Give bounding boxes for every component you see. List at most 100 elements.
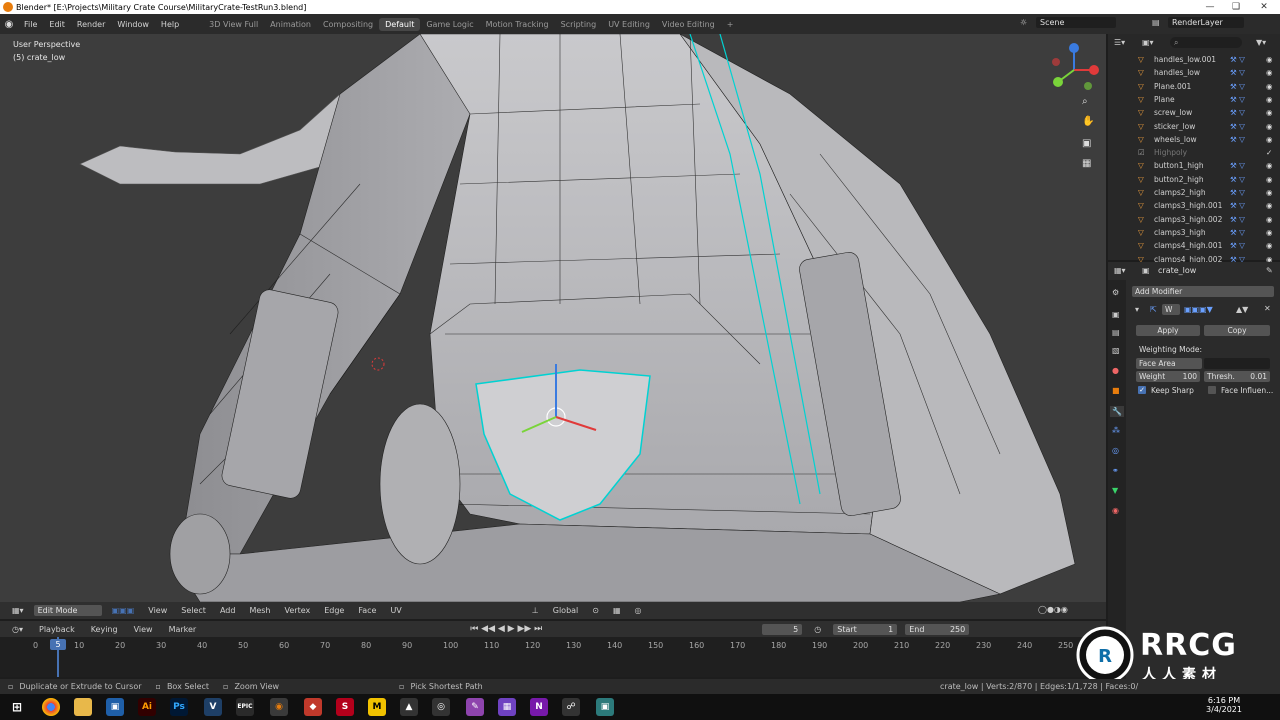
render-tab-icon[interactable]: ▣ xyxy=(1112,310,1120,319)
app-icon-5[interactable]: ▦ xyxy=(498,698,516,716)
timeline-area[interactable]: 0 5 10 20 30 40 50 60 70 80 90 100 110 120 130 140 150 16… xyxy=(0,637,1106,677)
tab-default[interactable]: Default xyxy=(379,17,421,31)
properties-editor-icon[interactable]: ▦▾ xyxy=(1114,266,1126,275)
keep-sharp-checkbox[interactable]: ✓ xyxy=(1138,386,1146,394)
visibility-eye-icon[interactable]: ◉ xyxy=(1266,82,1273,91)
app-icon-3[interactable]: ◎ xyxy=(432,698,450,716)
app-icon-7[interactable]: ▣ xyxy=(596,698,614,716)
modifier-data-icons[interactable]: ⚒ ▽ xyxy=(1230,175,1266,184)
timeline-editor-icon[interactable]: ◷▾ xyxy=(8,624,27,635)
scene-field[interactable]: Scene xyxy=(1036,17,1116,28)
tab-game-logic[interactable]: Game Logic xyxy=(420,18,479,31)
visibility-eye-icon[interactable]: ◉ xyxy=(1266,95,1273,104)
outliner-display-icon[interactable]: ▣▾ xyxy=(1142,38,1154,47)
camera-view-icon[interactable]: ▣ xyxy=(1082,138,1091,149)
tab-3d-view-full[interactable]: 3D View Full xyxy=(203,18,264,31)
menu-help[interactable]: Help xyxy=(155,20,185,29)
blender-taskbar-icon[interactable]: ◉ xyxy=(270,698,288,716)
outliner-item[interactable]: ▽ clamps3_high.002 ⚒ ▽ ◉ xyxy=(1108,213,1280,226)
app-icon-2[interactable]: ◆ xyxy=(304,698,322,716)
move-modifier-icons[interactable]: ▲▼ xyxy=(1236,305,1248,314)
proportional-edit-icon[interactable]: ◎ xyxy=(631,605,646,616)
scene-tab-icon[interactable]: ● xyxy=(1112,366,1119,375)
scene-icon[interactable]: ☼ xyxy=(1020,18,1027,27)
material-tab-icon[interactable]: ◉ xyxy=(1112,506,1119,515)
modifier-data-icons[interactable]: ⚒ ▽ xyxy=(1230,68,1266,77)
outliner-item[interactable]: ▽ screw_low ⚒ ▽ ◉ xyxy=(1108,106,1280,119)
output-tab-icon[interactable]: ▤ xyxy=(1112,328,1120,337)
menu-mesh[interactable]: Mesh xyxy=(245,605,274,616)
pivot-icon[interactable]: ⊙ xyxy=(588,605,603,616)
substance-icon[interactable]: S xyxy=(336,698,354,716)
tab-scripting[interactable]: Scripting xyxy=(555,18,603,31)
snap-icon[interactable]: ▦ xyxy=(609,605,625,616)
playback-controls[interactable]: ⏮ ◀◀ ◀ ▶ ▶▶ ⏭ xyxy=(466,623,546,635)
menu-render[interactable]: Render xyxy=(71,20,111,29)
modifier-data-icons[interactable]: ⚒ ▽ xyxy=(1230,55,1266,64)
inkscape-icon[interactable]: ▲ xyxy=(400,698,418,716)
navigation-gizmo[interactable] xyxy=(1044,40,1104,100)
apply-button[interactable]: Apply xyxy=(1136,325,1200,336)
outliner-item[interactable]: ▽ Plane.001 ⚒ ▽ ◉ xyxy=(1108,80,1280,93)
tab-compositing[interactable]: Compositing xyxy=(317,18,379,31)
menu-select[interactable]: Select xyxy=(177,605,210,616)
modifier-data-icons[interactable]: ⚒ ▽ xyxy=(1230,201,1266,210)
modifier-data-icons[interactable]: ⚒ ▽ xyxy=(1230,95,1266,104)
app-icon-6[interactable]: ☍ xyxy=(562,698,580,716)
chrome-icon[interactable] xyxy=(42,698,60,716)
minimize-icon[interactable]: — xyxy=(1196,0,1224,14)
view-layer-tab-icon[interactable]: ▧ xyxy=(1112,346,1120,355)
modifier-data-icons[interactable]: ⚒ ▽ xyxy=(1230,108,1266,117)
visibility-eye-icon[interactable]: ◉ xyxy=(1266,68,1273,77)
menu-view[interactable]: View xyxy=(144,605,171,616)
modifier-data-icons[interactable]: ⚒ ▽ xyxy=(1230,215,1266,224)
remove-modifier-icon[interactable]: ✕ xyxy=(1264,304,1271,313)
outliner-item[interactable]: ▽ button2_high ⚒ ▽ ◉ xyxy=(1108,173,1280,186)
visibility-eye-icon[interactable]: ◉ xyxy=(1266,201,1273,210)
close-window-icon[interactable]: ✕ xyxy=(1250,0,1278,14)
vertex-group-field[interactable] xyxy=(1204,358,1270,369)
visibility-eye-icon[interactable]: ◉ xyxy=(1266,241,1273,250)
menu-face[interactable]: Face xyxy=(354,605,380,616)
outliner-item[interactable]: ▽ clamps4_high.001 ⚒ ▽ ◉ xyxy=(1108,239,1280,252)
zoom-icon[interactable]: ⌕ xyxy=(1082,96,1088,107)
modifier-name-field[interactable]: W xyxy=(1162,304,1180,315)
data-tab-icon[interactable]: ▼ xyxy=(1112,486,1118,495)
filter-icon[interactable]: ▼▾ xyxy=(1256,38,1266,47)
weighting-mode-select[interactable]: Face Area xyxy=(1136,358,1202,369)
modifier-data-icons[interactable]: ⚒ ▽ xyxy=(1230,241,1266,250)
face-influence-checkbox[interactable] xyxy=(1208,386,1216,394)
tab-video-editing[interactable]: Video Editing xyxy=(656,18,721,31)
menu-marker[interactable]: Marker xyxy=(165,624,201,635)
modifier-data-icons[interactable]: ⚒ ▽ xyxy=(1230,82,1266,91)
epic-games-icon[interactable]: EPIC xyxy=(236,698,254,716)
outliner-item[interactable]: ▽ Plane ⚒ ▽ ◉ xyxy=(1108,93,1280,106)
playhead-marker[interactable]: 5 xyxy=(50,639,66,650)
visibility-eye-icon[interactable]: ◉ xyxy=(1266,175,1273,184)
ortho-grid-icon[interactable]: ▦ xyxy=(1082,158,1091,169)
visibility-eye-icon[interactable]: ◉ xyxy=(1266,228,1273,237)
modifier-display-toggles[interactable]: ▣▣▣▼ xyxy=(1184,305,1213,314)
editor-type-icon[interactable]: ▦▾ xyxy=(8,605,28,616)
outliner-item[interactable]: ☑ Highpoly ✓ xyxy=(1108,146,1280,159)
outliner-item[interactable]: ▽ clamps3_high.001 ⚒ ▽ ◉ xyxy=(1108,199,1280,212)
modifier-data-icons[interactable]: ⚒ ▽ xyxy=(1230,161,1266,170)
add-workspace-icon[interactable]: + xyxy=(721,18,740,31)
weight-field[interactable]: Weight 100 xyxy=(1136,371,1200,382)
modifier-data-icons[interactable]: ⚒ ▽ xyxy=(1230,228,1266,237)
copy-button[interactable]: Copy xyxy=(1204,325,1270,336)
menu-uv[interactable]: UV xyxy=(386,605,405,616)
blender-menu-icon[interactable]: ◉ xyxy=(0,19,18,30)
outliner-editor-icon[interactable]: ☰▾ xyxy=(1114,38,1125,47)
start-frame-field[interactable]: Start 1 xyxy=(833,623,898,635)
menu-vertex[interactable]: Vertex xyxy=(281,605,315,616)
app-icon-4[interactable]: ✎ xyxy=(466,698,484,716)
file-explorer-icon[interactable] xyxy=(74,698,92,716)
crate-mesh-render[interactable] xyxy=(0,34,1106,602)
outliner-item[interactable]: ▽ sticker_low ⚒ ▽ ◉ xyxy=(1108,120,1280,133)
constraints-tab-icon[interactable]: ⚭ xyxy=(1112,466,1119,475)
threshold-field[interactable]: Thresh. 0.01 xyxy=(1204,371,1270,382)
visibility-eye-icon[interactable]: ◉ xyxy=(1266,215,1273,224)
pan-hand-icon[interactable]: ✋ xyxy=(1082,116,1094,127)
modifier-data-icons[interactable]: ⚒ ▽ xyxy=(1230,188,1266,197)
